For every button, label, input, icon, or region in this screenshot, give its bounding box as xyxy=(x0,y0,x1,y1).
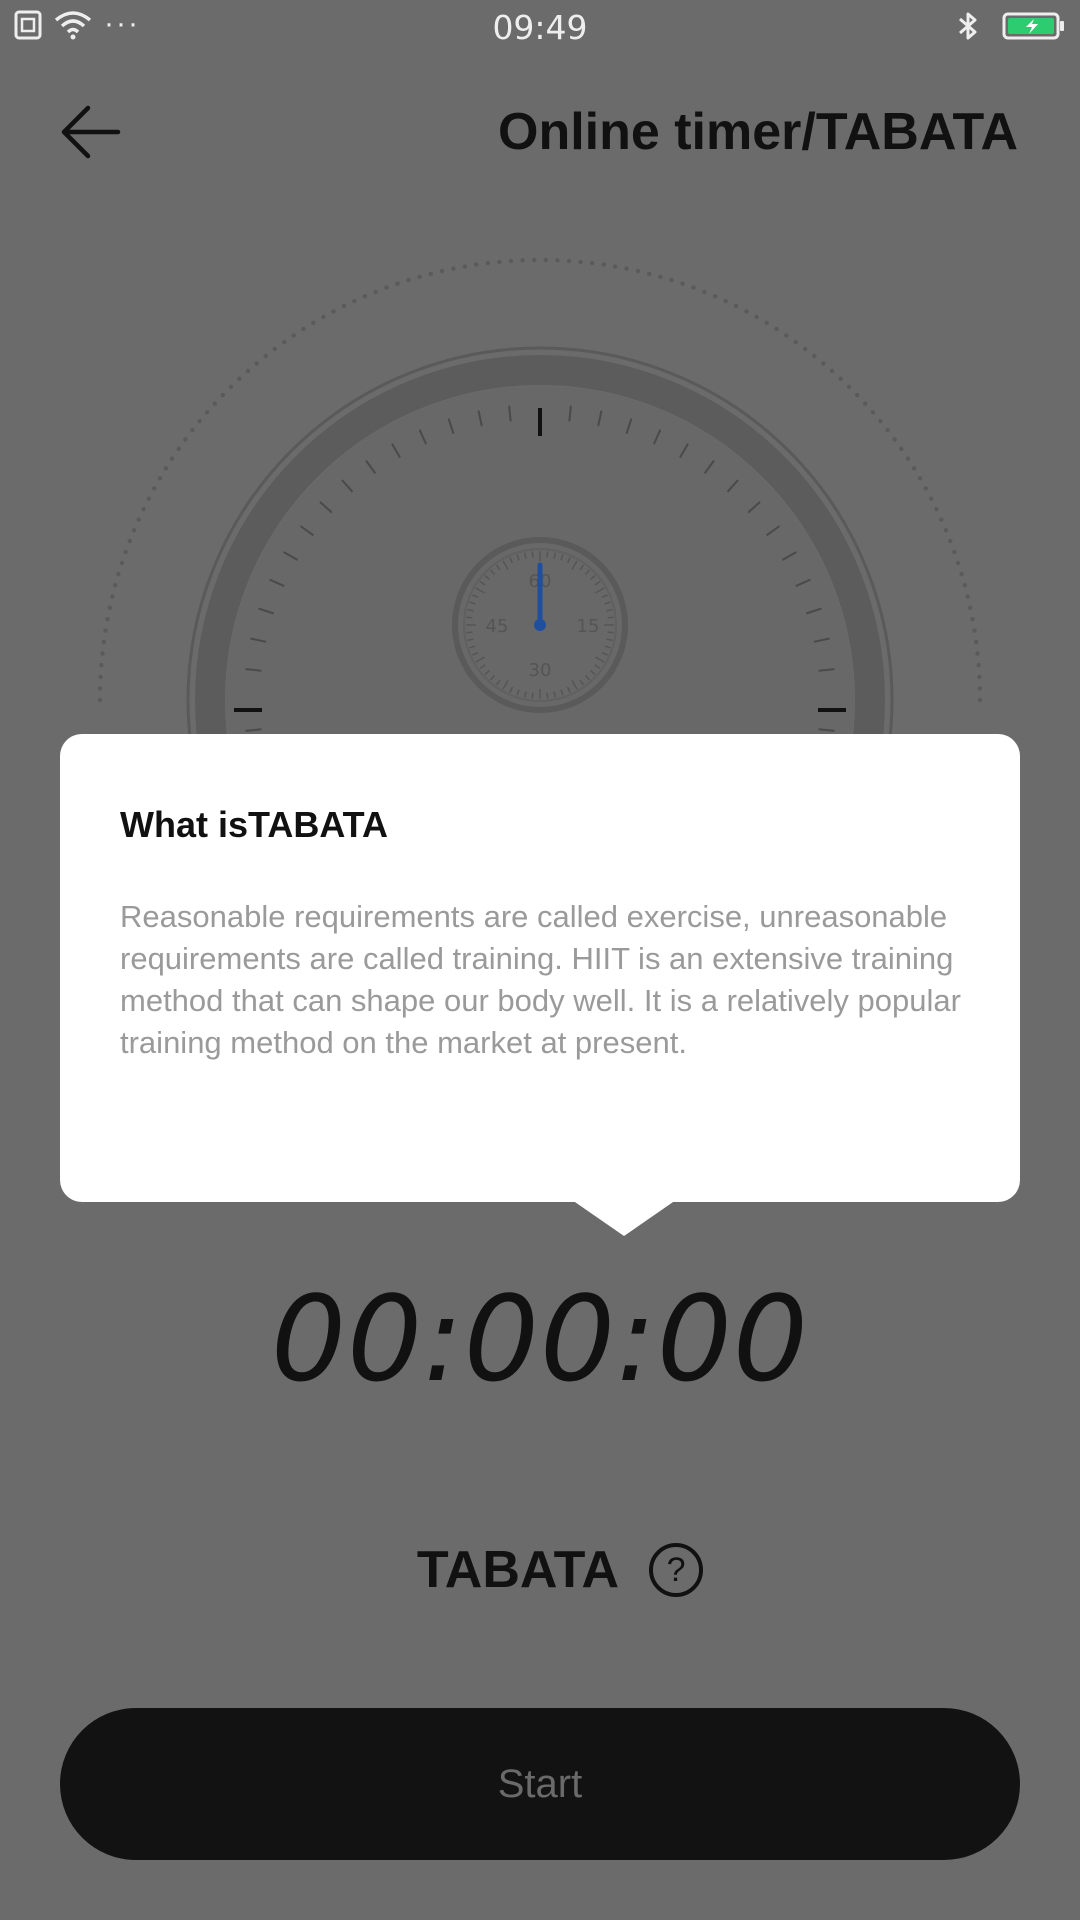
mode-row: TABATA ? xyxy=(0,1540,1080,1600)
time-display: 00:00:00 xyxy=(271,1270,809,1408)
header: Online timer/TABATA xyxy=(0,90,1080,180)
sub-dial-label-15: 15 xyxy=(577,616,600,637)
bluetooth-icon xyxy=(956,10,980,47)
mode-label: TABATA xyxy=(416,1541,620,1599)
status-bar: ··· 09:49 xyxy=(0,0,1080,56)
back-arrow-icon xyxy=(58,100,122,169)
battery-charging-icon xyxy=(1002,11,1066,46)
tabata-info-popup: What isTABATA Reasonable requirements ar… xyxy=(60,734,1020,1202)
screen: ··· 09:49 Online timer/TABATA 15 30 45 W… xyxy=(0,0,1080,1920)
start-button-label: Start xyxy=(497,1761,583,1806)
sub-dial-label-30: 30 xyxy=(529,660,552,681)
popup-body: Reasonable requirements are called exerc… xyxy=(120,899,961,1060)
status-right-icons xyxy=(956,10,1066,47)
back-button[interactable] xyxy=(52,96,128,172)
popup-title: What isTABATA xyxy=(120,804,388,845)
page-title: Online timer/TABATA xyxy=(498,103,1018,161)
status-time: 09:49 xyxy=(492,8,588,47)
popup-pointer xyxy=(572,1200,676,1236)
dial-graphic: 60 15 30 45 xyxy=(97,257,983,1054)
stopwatch-dial: 60 15 30 45 xyxy=(0,240,1080,1054)
help-question-icon[interactable]: ? xyxy=(649,1543,704,1597)
sub-dial-label-45: 45 xyxy=(486,616,509,637)
start-button[interactable]: Start xyxy=(60,1708,1020,1860)
